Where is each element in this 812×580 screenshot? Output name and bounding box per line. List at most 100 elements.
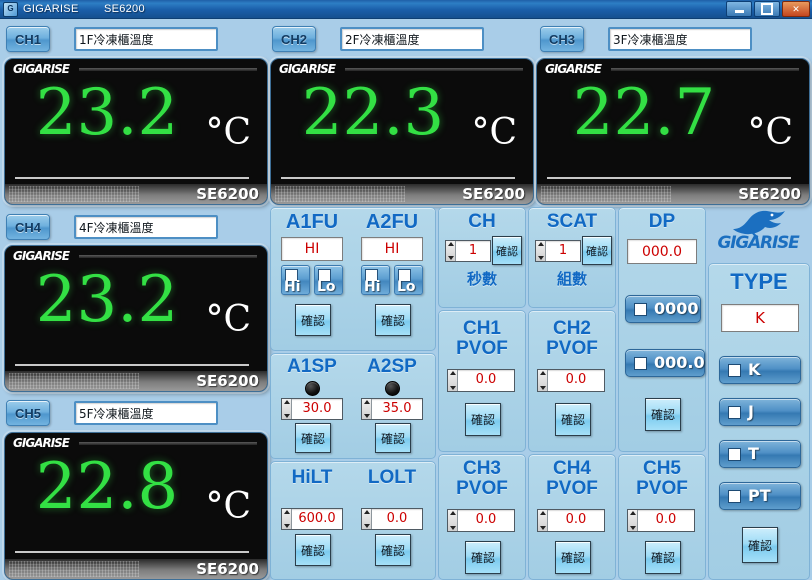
radio-type-j[interactable]: J	[719, 398, 801, 426]
input-ch-scan[interactable]: 1	[445, 240, 491, 262]
channel-header-ch1: CH1 1F冷凍櫃溫度	[6, 26, 218, 52]
spinner-hilt[interactable]	[282, 509, 292, 529]
speaker-grille-icon	[9, 186, 139, 202]
display-divider-ch5	[79, 442, 257, 445]
input-pvof-ch3[interactable]: 0.0	[447, 509, 515, 532]
close-button[interactable]: ✕	[782, 1, 810, 17]
spinner-lolt[interactable]	[362, 509, 372, 529]
radio-type-t[interactable]: T	[719, 440, 801, 468]
spinner-up-icon	[447, 242, 454, 246]
spinner-pvof-ch4[interactable]	[538, 510, 548, 531]
spinner-up-icon	[537, 242, 544, 246]
input-pvof-ch5[interactable]: 0.0	[627, 509, 695, 532]
input-pvof-ch2[interactable]: 0.0	[537, 369, 605, 392]
label-pvof-ch2-line2: PVOF	[546, 337, 598, 359]
spinner-pvof-ch5[interactable]	[628, 510, 638, 531]
input-pvof-ch1[interactable]: 0.0	[447, 369, 515, 392]
input-scat[interactable]: 1	[535, 240, 581, 262]
radio-type-t-label: T	[748, 444, 759, 463]
value-dp[interactable]: 000.0	[627, 239, 697, 264]
radio-type-pt[interactable]: PT	[719, 482, 801, 510]
confirm-button-pvof-ch1[interactable]: 確認	[465, 403, 501, 436]
channel-button-ch1[interactable]: CH1	[6, 26, 50, 52]
radio-type-k[interactable]: K	[719, 356, 801, 384]
display-panel-ch1: GIGARISE 23.2 °C SE6200	[4, 58, 268, 205]
speaker-grille-icon	[541, 186, 671, 202]
radio-square-icon	[728, 489, 741, 503]
input-lolt[interactable]: 0.0	[361, 508, 423, 530]
spinner-scat[interactable]	[536, 241, 546, 261]
display-footer-ch4: SE6200	[5, 371, 267, 391]
spinner-pvof-ch3[interactable]	[448, 510, 458, 531]
display-unit-ch4: °C	[205, 299, 251, 340]
radio-dp-000-0[interactable]: 000.0	[625, 349, 705, 377]
spinner-down-icon	[539, 526, 546, 530]
checkbox-a2fu-hi[interactable]: Hi	[361, 265, 390, 295]
spinner-pvof-ch2[interactable]	[538, 370, 548, 391]
channel-button-ch2[interactable]: CH2	[272, 26, 316, 52]
channel-name-input-ch1[interactable]: 1F冷凍櫃溫度	[74, 27, 218, 51]
group-sp: A1SP A2SP 30.0 35.0 確認 確認	[270, 353, 436, 459]
group-lt: HiLT LOLT 600.0 0.0 確認 確認	[270, 461, 436, 580]
input-a2sp[interactable]: 35.0	[361, 398, 423, 420]
input-pvof-ch4[interactable]: 0.0	[537, 509, 605, 532]
minimize-button[interactable]	[726, 1, 752, 17]
value-hilt: 600.0	[298, 511, 336, 526]
maximize-button[interactable]	[754, 1, 780, 17]
minimize-icon	[734, 10, 744, 13]
channel-name-input-ch3[interactable]: 3F冷凍櫃溫度	[608, 27, 752, 51]
channel-header-ch3: CH3 3F冷凍櫃溫度	[540, 26, 752, 52]
label-pvof-ch5-line2: PVOF	[636, 477, 688, 499]
radio-dp-0000[interactable]: 0000	[625, 295, 701, 323]
confirm-button-pvof-ch2[interactable]: 確認	[555, 403, 591, 436]
display-panel-ch4: GIGARISE 23.2 °C SE6200	[4, 245, 268, 392]
app-icon: G	[3, 1, 18, 17]
value-a2fu[interactable]: HI	[361, 237, 423, 261]
confirm-button-lolt[interactable]: 確認	[375, 534, 411, 566]
display-footer-ch2: SE6200	[271, 184, 533, 204]
value-type[interactable]: K	[721, 304, 799, 332]
spinner-a2sp[interactable]	[362, 399, 372, 419]
checkbox-a1fu-hi[interactable]: Hi	[281, 265, 310, 295]
label-pvof-ch4-line1: CH4	[552, 458, 591, 479]
confirm-button-a1sp[interactable]: 確認	[295, 423, 331, 453]
checkbox-a2fu-lo[interactable]: Lo	[394, 265, 423, 295]
group-pvof-ch5: CH5 PVOF 0.0 確認	[618, 454, 706, 580]
spinner-pvof-ch1[interactable]	[448, 370, 458, 391]
display-underline-ch1	[15, 177, 249, 179]
checkbox-a1fu-lo[interactable]: Lo	[314, 265, 343, 295]
confirm-button-ch-scan[interactable]: 確認	[492, 236, 522, 265]
display-unit-ch1: °C	[205, 112, 251, 153]
input-hilt[interactable]: 600.0	[281, 508, 343, 530]
label-dp: DP	[648, 211, 676, 232]
channel-name-input-ch2[interactable]: 2F冷凍櫃溫度	[340, 27, 484, 51]
display-divider-ch2	[345, 68, 523, 71]
confirm-button-scat[interactable]: 確認	[582, 236, 612, 265]
confirm-button-a2sp[interactable]: 確認	[375, 423, 411, 453]
spinner-up-icon	[539, 511, 546, 515]
speaker-grille-icon	[275, 186, 405, 202]
channel-name-input-ch5[interactable]: 5F冷凍櫃溫度	[74, 401, 218, 425]
confirm-button-a2fu[interactable]: 確認	[375, 304, 411, 336]
spinner-down-icon	[447, 256, 454, 260]
confirm-button-hilt[interactable]: 確認	[295, 534, 331, 566]
group-pvof-ch1: CH1 PVOF 0.0 確認	[438, 310, 526, 452]
channel-button-ch4[interactable]: CH4	[6, 214, 50, 240]
confirm-button-dp[interactable]: 確認	[645, 398, 681, 431]
radio-square-icon	[728, 447, 741, 461]
display-panel-ch5: GIGARISE 22.8 °C SE6200	[4, 432, 268, 580]
confirm-button-type[interactable]: 確認	[742, 527, 778, 563]
channel-name-input-ch4[interactable]: 4F冷凍櫃溫度	[74, 215, 218, 239]
channel-button-ch5[interactable]: CH5	[6, 400, 50, 426]
confirm-button-pvof-ch4[interactable]: 確認	[555, 541, 591, 574]
label-hilt: HiLT	[291, 467, 333, 488]
value-pvof-ch3: 0.0	[475, 512, 497, 527]
spinner-a1sp[interactable]	[282, 399, 292, 419]
confirm-button-pvof-ch3[interactable]: 確認	[465, 541, 501, 574]
input-a1sp[interactable]: 30.0	[281, 398, 343, 420]
confirm-button-pvof-ch5[interactable]: 確認	[645, 541, 681, 574]
channel-button-ch3[interactable]: CH3	[540, 26, 584, 52]
confirm-button-a1fu[interactable]: 確認	[295, 304, 331, 336]
spinner-ch-scan[interactable]	[446, 241, 456, 261]
value-a1fu[interactable]: HI	[281, 237, 343, 261]
